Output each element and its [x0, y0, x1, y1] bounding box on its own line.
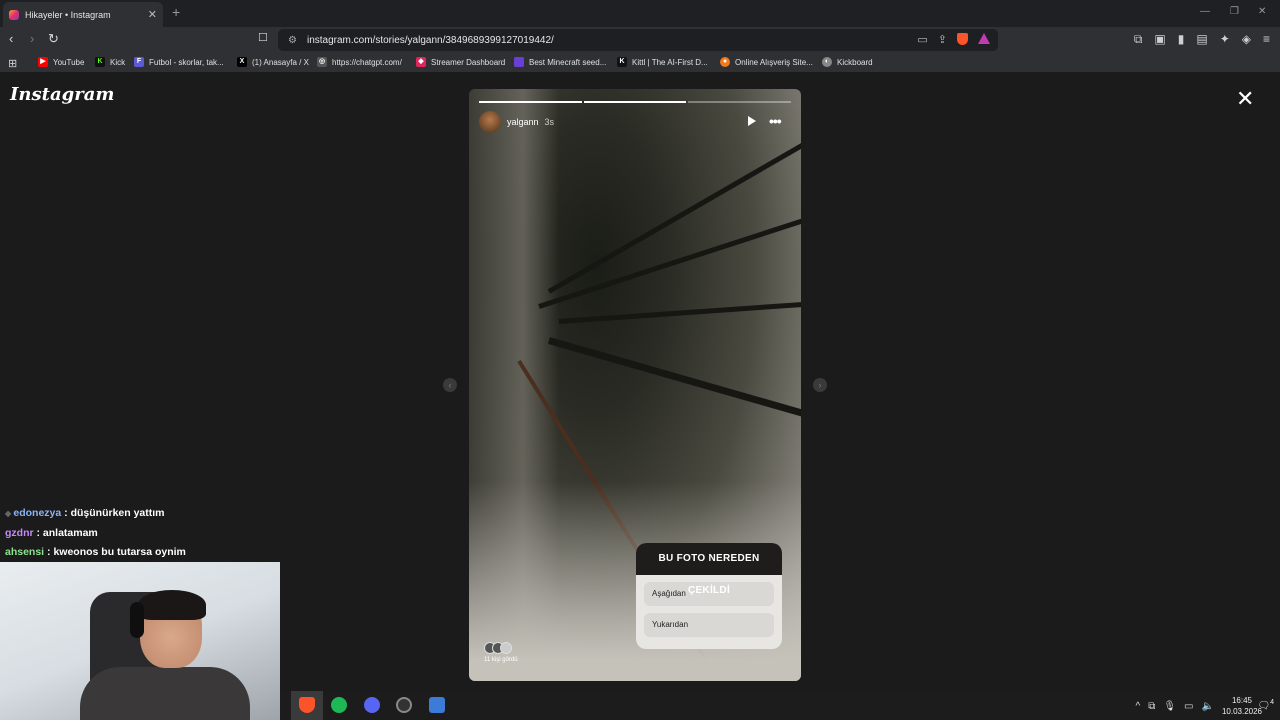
sidebar-icon[interactable]: ▮ — [1178, 32, 1185, 47]
chat-username: ahsensi — [5, 546, 45, 558]
chat-username: gzdnr — [5, 527, 34, 539]
chat-text: : anlatamam — [36, 527, 98, 539]
avatar[interactable] — [479, 111, 501, 133]
poll-sticker: BU FOTO NEREDEN ÇEKİLDİ Aşağıdan Yukarıd… — [636, 543, 782, 649]
notification-icon[interactable]: 🗨4 — [1257, 699, 1274, 711]
tab-instagram[interactable]: Hikayeler • Instagram ✕ — [3, 2, 163, 27]
restore-icon[interactable]: ❐ — [1230, 6, 1239, 17]
bookmarks-bar: ⊞ ▶ YouTube K Kick F Futbol - skorlar, tak.… — [0, 53, 1280, 73]
spotify-icon[interactable] — [331, 697, 347, 713]
bookmark-chatgpt[interactable]: ◎ https://chatgpt.com/ — [317, 57, 402, 67]
headset-icon — [130, 602, 144, 638]
chat-text: : düşünürken yattım — [64, 507, 165, 519]
tab-title: Hikayeler • Instagram — [25, 9, 111, 20]
viewer-avatar — [500, 642, 512, 654]
kittl-icon: K — [617, 57, 627, 67]
minecraft-icon — [514, 57, 524, 67]
clock[interactable]: 16:45 10.03.2026 — [1222, 695, 1262, 717]
leo-ai-icon[interactable]: ✦ — [1220, 32, 1230, 47]
apps-grid-icon[interactable]: ⊞ — [8, 57, 17, 70]
bookmark-kittl[interactable]: K Kittl | The AI-First D... — [617, 57, 708, 67]
chat-message: ◆ edonezya : düşünürken yattım — [5, 507, 165, 519]
progress-segment — [688, 101, 792, 103]
chat-message: gzdnr : anlatamam — [5, 527, 98, 539]
reload-icon[interactable]: ↻ — [48, 31, 59, 47]
previous-story-icon[interactable]: ‹ — [443, 378, 457, 392]
viewers-count-text: 11 kişi gördü — [484, 657, 518, 663]
chat-text: : kweonos bu tutarsa oynim — [47, 546, 186, 558]
bookmark-kickboard[interactable]: ◐ Kickboard — [822, 57, 873, 67]
taskbar: ^ ⧉ 🎙 ▭ 🔈 16:45 10.03.2026 🗨4 — [280, 691, 1280, 720]
instagram-favicon-icon — [9, 9, 19, 20]
story-progress-bar — [479, 101, 792, 103]
url-text: instagram.com/stories/yalgann/3849689399… — [306, 34, 554, 46]
new-tab-button[interactable]: + — [172, 4, 180, 20]
streamer-dashboard-icon: ◆ — [416, 57, 426, 67]
minimize-icon[interactable]: — — [1200, 6, 1210, 17]
bookmark-icon[interactable]: ☐ — [258, 31, 268, 44]
story-time: 3s — [544, 117, 555, 127]
microphone-icon[interactable]: 🎙 — [1163, 701, 1176, 712]
site-settings-icon[interactable]: ⚙ — [288, 35, 297, 46]
shopping-icon: ● — [720, 57, 730, 67]
tray-overflow-icon[interactable]: ^ — [1136, 701, 1141, 712]
bookmark-youtube[interactable]: ▶ YouTube — [38, 57, 84, 67]
brave-taskbar-icon[interactable] — [299, 697, 315, 713]
chatgpt-icon: ◎ — [317, 57, 327, 67]
window-close-icon[interactable]: ✕ — [1258, 6, 1266, 17]
next-story-icon[interactable]: › — [813, 378, 827, 392]
youtube-icon: ▶ — [38, 57, 48, 67]
tab-bar: Hikayeler • Instagram ✕ + — ❐ ✕ — [0, 0, 1280, 27]
bookmark-kick[interactable]: K Kick — [95, 57, 125, 67]
story-viewers[interactable]: 11 kişi gördü — [484, 642, 518, 663]
discord-icon[interactable] — [364, 697, 380, 713]
bookmark-x[interactable]: X (1) Anasayfa / X — [237, 57, 309, 67]
bookmark-futbol[interactable]: F Futbol - skorlar, tak... — [134, 57, 224, 67]
bookmark-streamer-dashboard[interactable]: ◆ Streamer Dashboard — [416, 57, 505, 67]
poll-question: BU FOTO NEREDEN ÇEKİLDİ — [636, 543, 782, 596]
close-stories-icon[interactable]: ✕ — [1236, 88, 1254, 110]
bookmark-minecraft[interactable]: Best Minecraft seed... — [514, 57, 606, 67]
app-icon[interactable] — [429, 697, 445, 713]
futbol-icon: F — [134, 57, 144, 67]
browser-toolbar: ‹ › ↻ ☐ ⚙ instagram.com/stories/yalgann/… — [0, 27, 1280, 53]
chat-username: edonezya — [13, 507, 62, 519]
tray-app-icon[interactable]: ⧉ — [1148, 701, 1155, 712]
poll-option-yukaridan[interactable]: Yukarıdan — [644, 613, 774, 637]
tab-close-icon[interactable]: ✕ — [148, 8, 157, 21]
cast-icon[interactable]: ▭ — [917, 33, 927, 46]
obs-icon[interactable] — [396, 697, 412, 713]
screenshot-icon[interactable]: ▣ — [1154, 32, 1165, 47]
notification-count: 4 — [1270, 699, 1274, 706]
back-icon[interactable]: ‹ — [9, 31, 13, 46]
more-options-icon[interactable]: ••• — [769, 113, 782, 129]
brave-rewards-icon[interactable] — [978, 33, 990, 44]
play-icon[interactable] — [748, 116, 756, 126]
chat-message: ahsensi : kweonos bu tutarsa oynim — [5, 546, 186, 558]
share-icon[interactable]: ⇪ — [938, 33, 947, 46]
x-icon: X — [237, 57, 247, 67]
menu-icon[interactable]: ≡ — [1263, 32, 1270, 47]
vpn-icon[interactable]: ◈ — [1242, 32, 1251, 47]
brave-shields-icon[interactable] — [957, 33, 968, 45]
system-tray: ^ ⧉ 🎙 ▭ 🔈 16:45 10.03.2026 — [1136, 695, 1263, 717]
progress-segment — [479, 101, 582, 103]
address-bar[interactable]: ⚙ instagram.com/stories/yalgann/38496893… — [278, 29, 998, 51]
network-icon[interactable]: ▭ — [1184, 701, 1193, 712]
bookmark-shopping[interactable]: ● Online Alışveriş Site... — [720, 57, 813, 67]
wallet-icon[interactable]: ▤ — [1196, 32, 1207, 47]
kick-icon: K — [95, 57, 105, 67]
kickboard-icon: ◐ — [822, 57, 832, 67]
webcam-overlay — [0, 562, 280, 720]
extensions-icon[interactable]: ⧉ — [1134, 32, 1143, 47]
instagram-logo[interactable]: Instagram — [10, 84, 114, 105]
story-username[interactable]: yalgann — [507, 117, 539, 127]
volume-icon[interactable]: 🔈 — [1202, 701, 1214, 712]
story-header: yalgann 3s — [479, 111, 554, 133]
forward-icon[interactable]: › — [30, 31, 34, 46]
story-viewer[interactable]: yalgann 3s ••• BU FOTO NEREDEN ÇEKİLDİ A… — [469, 89, 801, 681]
progress-segment — [583, 101, 687, 103]
